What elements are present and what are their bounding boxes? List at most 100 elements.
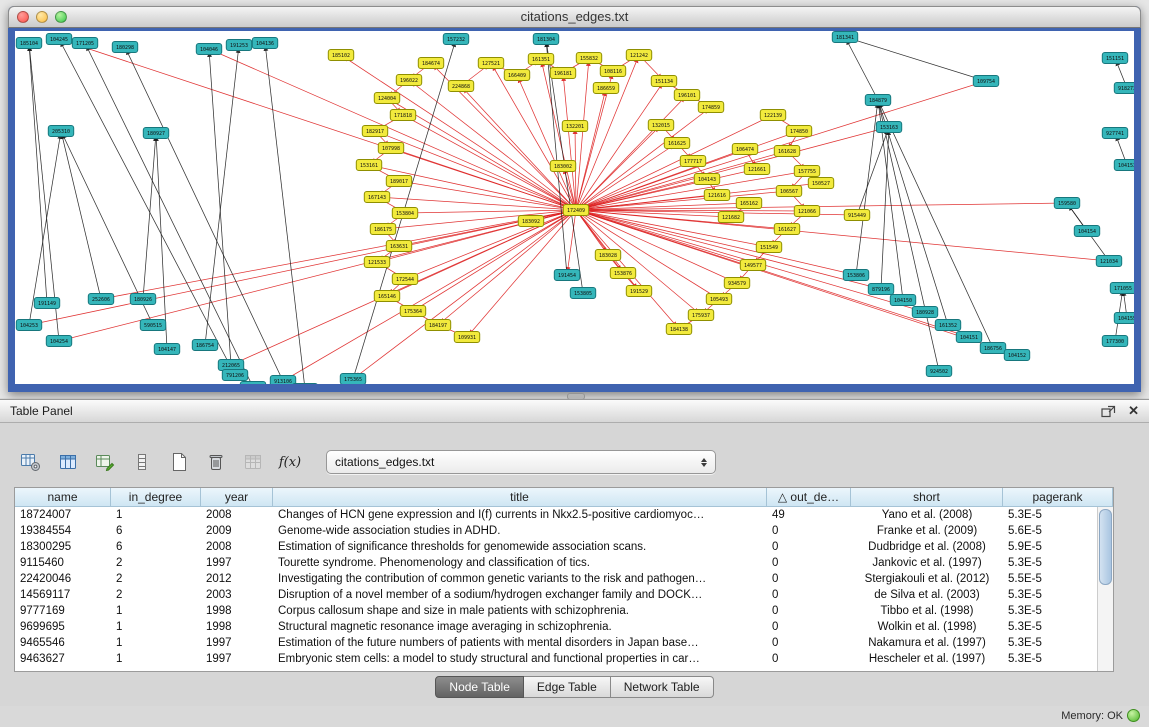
graph-edge[interactable]	[576, 55, 639, 210]
cell-title[interactable]: Corpus callosum shape and size in male p…	[273, 603, 767, 619]
graph-node[interactable]: 918273	[1114, 83, 1134, 94]
edit-table-button[interactable]	[90, 448, 120, 476]
graph-edge[interactable]	[409, 80, 576, 210]
cell-year[interactable]: 2012	[201, 571, 273, 587]
graph-edge[interactable]	[29, 210, 576, 325]
graph-node[interactable]: 184138	[666, 324, 691, 335]
cell-out_degree[interactable]: 0	[767, 539, 851, 555]
close-window-button[interactable]	[17, 11, 29, 23]
graph-node[interactable]: 166409	[504, 70, 529, 81]
cell-name[interactable]: 14569117	[15, 587, 111, 603]
graph-edge[interactable]	[461, 86, 576, 210]
graph-node[interactable]: 184197	[425, 320, 450, 331]
scrollbar-thumb[interactable]	[1099, 509, 1112, 585]
graph-edge[interactable]	[576, 127, 889, 210]
graph-edge[interactable]	[283, 210, 576, 381]
column-header-short[interactable]: short	[851, 488, 1003, 507]
graph-node[interactable]: 153805	[570, 288, 595, 299]
cell-out_degree[interactable]: 0	[767, 571, 851, 587]
cell-short[interactable]: Nakamura et al. (1997)	[851, 635, 1003, 651]
graph-node[interactable]: 163631	[386, 241, 411, 252]
column-header-year[interactable]: year	[201, 488, 273, 507]
graph-edge[interactable]	[143, 133, 156, 299]
cell-name[interactable]: 9463627	[15, 651, 111, 667]
tab-network-table[interactable]: Network Table	[611, 676, 714, 698]
graph-edge[interactable]	[576, 88, 606, 210]
graph-node[interactable]: 104148	[240, 382, 265, 385]
graph-node[interactable]: 153876	[610, 268, 635, 279]
graph-node[interactable]: 186659	[593, 83, 618, 94]
graph-node[interactable]: 183002	[550, 161, 575, 172]
graph-edge[interactable]	[576, 210, 737, 283]
graph-edge[interactable]	[85, 43, 253, 384]
cell-title[interactable]: Changes of HCN gene expression and I(f) …	[273, 507, 767, 523]
cell-year[interactable]: 1998	[201, 603, 273, 619]
graph-node[interactable]: 104153	[1114, 160, 1134, 171]
graph-node[interactable]: 161351	[528, 54, 553, 65]
graph-node[interactable]: 104254	[46, 336, 71, 347]
graph-node[interactable]: 181304	[533, 34, 558, 45]
graph-node[interactable]: 180927	[143, 128, 168, 139]
table-row[interactable]: 1872400712008Changes of HCN gene express…	[15, 507, 1113, 523]
cell-short[interactable]: Tibbo et al. (1998)	[851, 603, 1003, 619]
graph-node[interactable]: 132201	[562, 121, 587, 132]
cell-title[interactable]: Estimation of significance thresholds fo…	[273, 539, 767, 555]
cell-name[interactable]: 18724007	[15, 507, 111, 523]
cell-name[interactable]: 9465546	[15, 635, 111, 651]
cell-title[interactable]: Genome-wide association studies in ADHD.	[273, 523, 767, 539]
column-header-out_degree[interactable]: △ out_de…	[767, 488, 851, 507]
graph-node[interactable]: 191149	[34, 298, 59, 309]
table-row[interactable]: 2242004622012Investigating the contribut…	[15, 571, 1113, 587]
graph-node[interactable]: 180298	[112, 42, 137, 53]
graph-node[interactable]: 189017	[386, 176, 411, 187]
cell-out_degree[interactable]: 0	[767, 587, 851, 603]
graph-edge[interactable]	[845, 37, 986, 81]
graph-node[interactable]: 106474	[732, 144, 757, 155]
graph-node[interactable]: 177300	[1102, 336, 1127, 347]
graph-edge[interactable]	[576, 161, 693, 210]
graph-edge[interactable]	[576, 58, 589, 210]
row-height-button[interactable]	[127, 448, 157, 476]
cell-out_degree[interactable]: 0	[767, 603, 851, 619]
graph-node[interactable]: 153163	[876, 122, 901, 133]
cell-out_degree[interactable]: 0	[767, 619, 851, 635]
column-header-in_degree[interactable]: in_degree	[111, 488, 201, 507]
cell-year[interactable]: 2008	[201, 539, 273, 555]
graph-node[interactable]: 151151	[1102, 53, 1127, 64]
cell-title[interactable]: Estimation of the future numbers of pati…	[273, 635, 767, 651]
graph-node[interactable]: 132015	[648, 120, 673, 131]
cell-in_degree[interactable]: 1	[111, 507, 201, 523]
graph-node[interactable]: 913106	[270, 376, 295, 385]
tab-edge-table[interactable]: Edge Table	[524, 676, 611, 698]
graph-node[interactable]: 161627	[774, 224, 799, 235]
column-header-title[interactable]: title	[273, 488, 767, 507]
cell-title[interactable]: Investigating the contribution of common…	[273, 571, 767, 587]
cell-out_degree[interactable]: 0	[767, 635, 851, 651]
graph-node[interactable]: 175365	[340, 374, 365, 385]
table-row[interactable]: 1830029562008Estimation of significance …	[15, 539, 1113, 555]
graph-node[interactable]: 104155	[1114, 313, 1134, 324]
graph-edge[interactable]	[563, 73, 576, 210]
graph-edge[interactable]	[265, 43, 305, 384]
cell-name[interactable]: 9115460	[15, 555, 111, 571]
cell-in_degree[interactable]: 1	[111, 603, 201, 619]
graph-node[interactable]: 915449	[844, 210, 869, 221]
graph-node[interactable]: 106567	[776, 186, 801, 197]
graph-node[interactable]: 104245	[46, 34, 71, 45]
cell-short[interactable]: Hescheler et al. (1997)	[851, 651, 1003, 667]
cell-short[interactable]: Franke et al. (2009)	[851, 523, 1003, 539]
cell-name[interactable]: 19384554	[15, 523, 111, 539]
function-builder-button[interactable]: f(x)	[275, 448, 305, 476]
graph-node[interactable]: 107998	[378, 143, 403, 154]
graph-node[interactable]: 185102	[328, 50, 353, 61]
table-vertical-scrollbar[interactable]	[1097, 507, 1113, 671]
graph-node[interactable]: 165162	[736, 198, 761, 209]
graph-edge[interactable]	[61, 131, 101, 299]
graph-node[interactable]: 104151	[956, 332, 981, 343]
table-mode-button[interactable]	[53, 448, 83, 476]
graph-node[interactable]: 177717	[680, 156, 705, 167]
cell-in_degree[interactable]: 1	[111, 635, 201, 651]
graph-node[interactable]: 590515	[140, 320, 165, 331]
graph-edge[interactable]	[878, 100, 939, 371]
cell-name[interactable]: 22420046	[15, 571, 111, 587]
